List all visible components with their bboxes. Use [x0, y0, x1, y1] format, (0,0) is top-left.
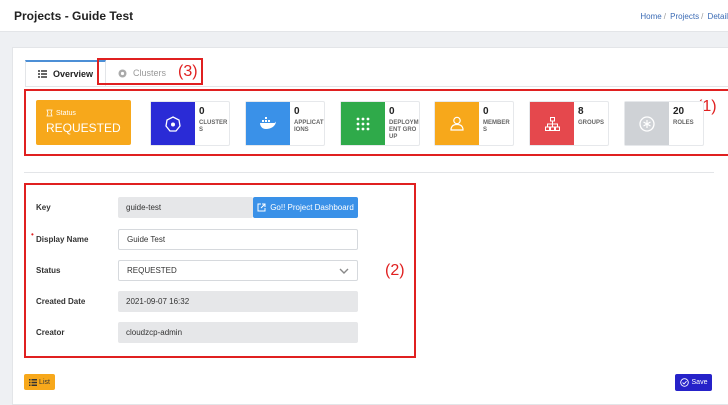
stat-roles-label: ROLES — [673, 120, 694, 126]
stat-members-label: MEMBERS — [483, 120, 510, 133]
status-value: REQUESTED — [46, 121, 121, 135]
breadcrumb: Home / Projects / Detail — [640, 12, 728, 21]
created-date-value: 2021-09-07 16:32 — [126, 297, 190, 306]
stat-clusters[interactable]: 0 CLUSTERS — [150, 101, 230, 146]
key-field: guide-test — [118, 197, 253, 218]
page-title: Projects - Guide Test — [14, 9, 134, 23]
org-chart-icon — [530, 102, 574, 145]
docker-icon — [246, 102, 290, 145]
grid-icon — [341, 102, 385, 145]
stat-groups-count: 8 — [578, 106, 584, 117]
stat-roles-count: 20 — [673, 106, 685, 117]
status-select[interactable]: REQUESTED — [118, 260, 358, 281]
creator-label: Creator — [36, 328, 65, 337]
stat-deployment-group[interactable]: 0 DEPLOYMENT GROUP — [340, 101, 420, 146]
stat-deployment-group-label: DEPLOYMENT GROUP — [389, 120, 419, 140]
check-circle-icon — [679, 378, 689, 387]
stat-clusters-label: CLUSTERS — [199, 120, 228, 133]
user-icon — [435, 102, 479, 145]
tab-overview-label: Overview — [53, 69, 94, 79]
save-button[interactable]: Save — [675, 374, 712, 391]
status-card: Status REQUESTED — [36, 100, 131, 145]
creator-value: cloudzcp-admin — [126, 328, 183, 337]
list-button-label: List — [39, 378, 50, 386]
key-label: Key — [36, 203, 51, 212]
created-date-field: 2021-09-07 16:32 — [118, 291, 358, 312]
stat-members-count: 0 — [483, 106, 489, 117]
stat-members[interactable]: 0 MEMBERS — [434, 101, 514, 146]
stat-clusters-count: 0 — [199, 106, 205, 117]
status-icon — [46, 109, 53, 117]
breadcrumb-detail: Detail — [707, 12, 728, 21]
stat-applications-count: 0 — [294, 106, 300, 117]
go-button-label: Go!! Project Dashboard — [270, 203, 354, 212]
stat-applications-label: APPLICATIONS — [294, 120, 324, 133]
stat-roles[interactable]: 20 ROLES — [624, 101, 704, 146]
display-name-value: Guide Test — [127, 235, 166, 244]
asterisk-icon — [625, 102, 669, 145]
creator-field: cloudzcp-admin — [118, 322, 358, 343]
go-project-dashboard-button[interactable]: Go!! Project Dashboard — [253, 197, 358, 218]
status-caption: Status — [56, 109, 76, 117]
stat-deployment-group-count: 0 — [389, 106, 395, 117]
display-name-input[interactable]: Guide Test — [118, 229, 358, 250]
tab-overview[interactable]: Overview — [25, 60, 107, 86]
stat-applications[interactable]: 0 APPLICATIONS — [245, 101, 325, 146]
top-bar: Projects - Guide Test Home / Projects / De… — [0, 0, 728, 32]
list-button[interactable]: List — [24, 374, 55, 390]
annotation-label-3: (3) — [178, 63, 198, 80]
display-name-label: Display Name — [36, 235, 89, 244]
breadcrumb-projects[interactable]: Projects — [670, 12, 699, 21]
status-label: Status — [36, 266, 61, 275]
key-value: guide-test — [126, 203, 162, 212]
section-divider — [24, 172, 714, 173]
list-icon — [29, 378, 38, 386]
chevron-down-icon — [339, 268, 349, 274]
list-icon — [38, 70, 47, 78]
stat-groups[interactable]: 8 GROUPS — [529, 101, 609, 146]
tab-divider — [25, 86, 728, 87]
save-button-label: Save — [691, 379, 708, 386]
external-link-icon — [257, 203, 266, 212]
created-date-label: Created Date — [36, 297, 86, 306]
required-indicator: • — [31, 230, 34, 239]
status-select-value: REQUESTED — [127, 266, 177, 275]
breadcrumb-home[interactable]: Home — [640, 12, 661, 21]
stat-groups-label: GROUPS — [578, 120, 605, 126]
annotation-label-2: (2) — [385, 262, 405, 279]
kubernetes-icon — [151, 102, 195, 145]
